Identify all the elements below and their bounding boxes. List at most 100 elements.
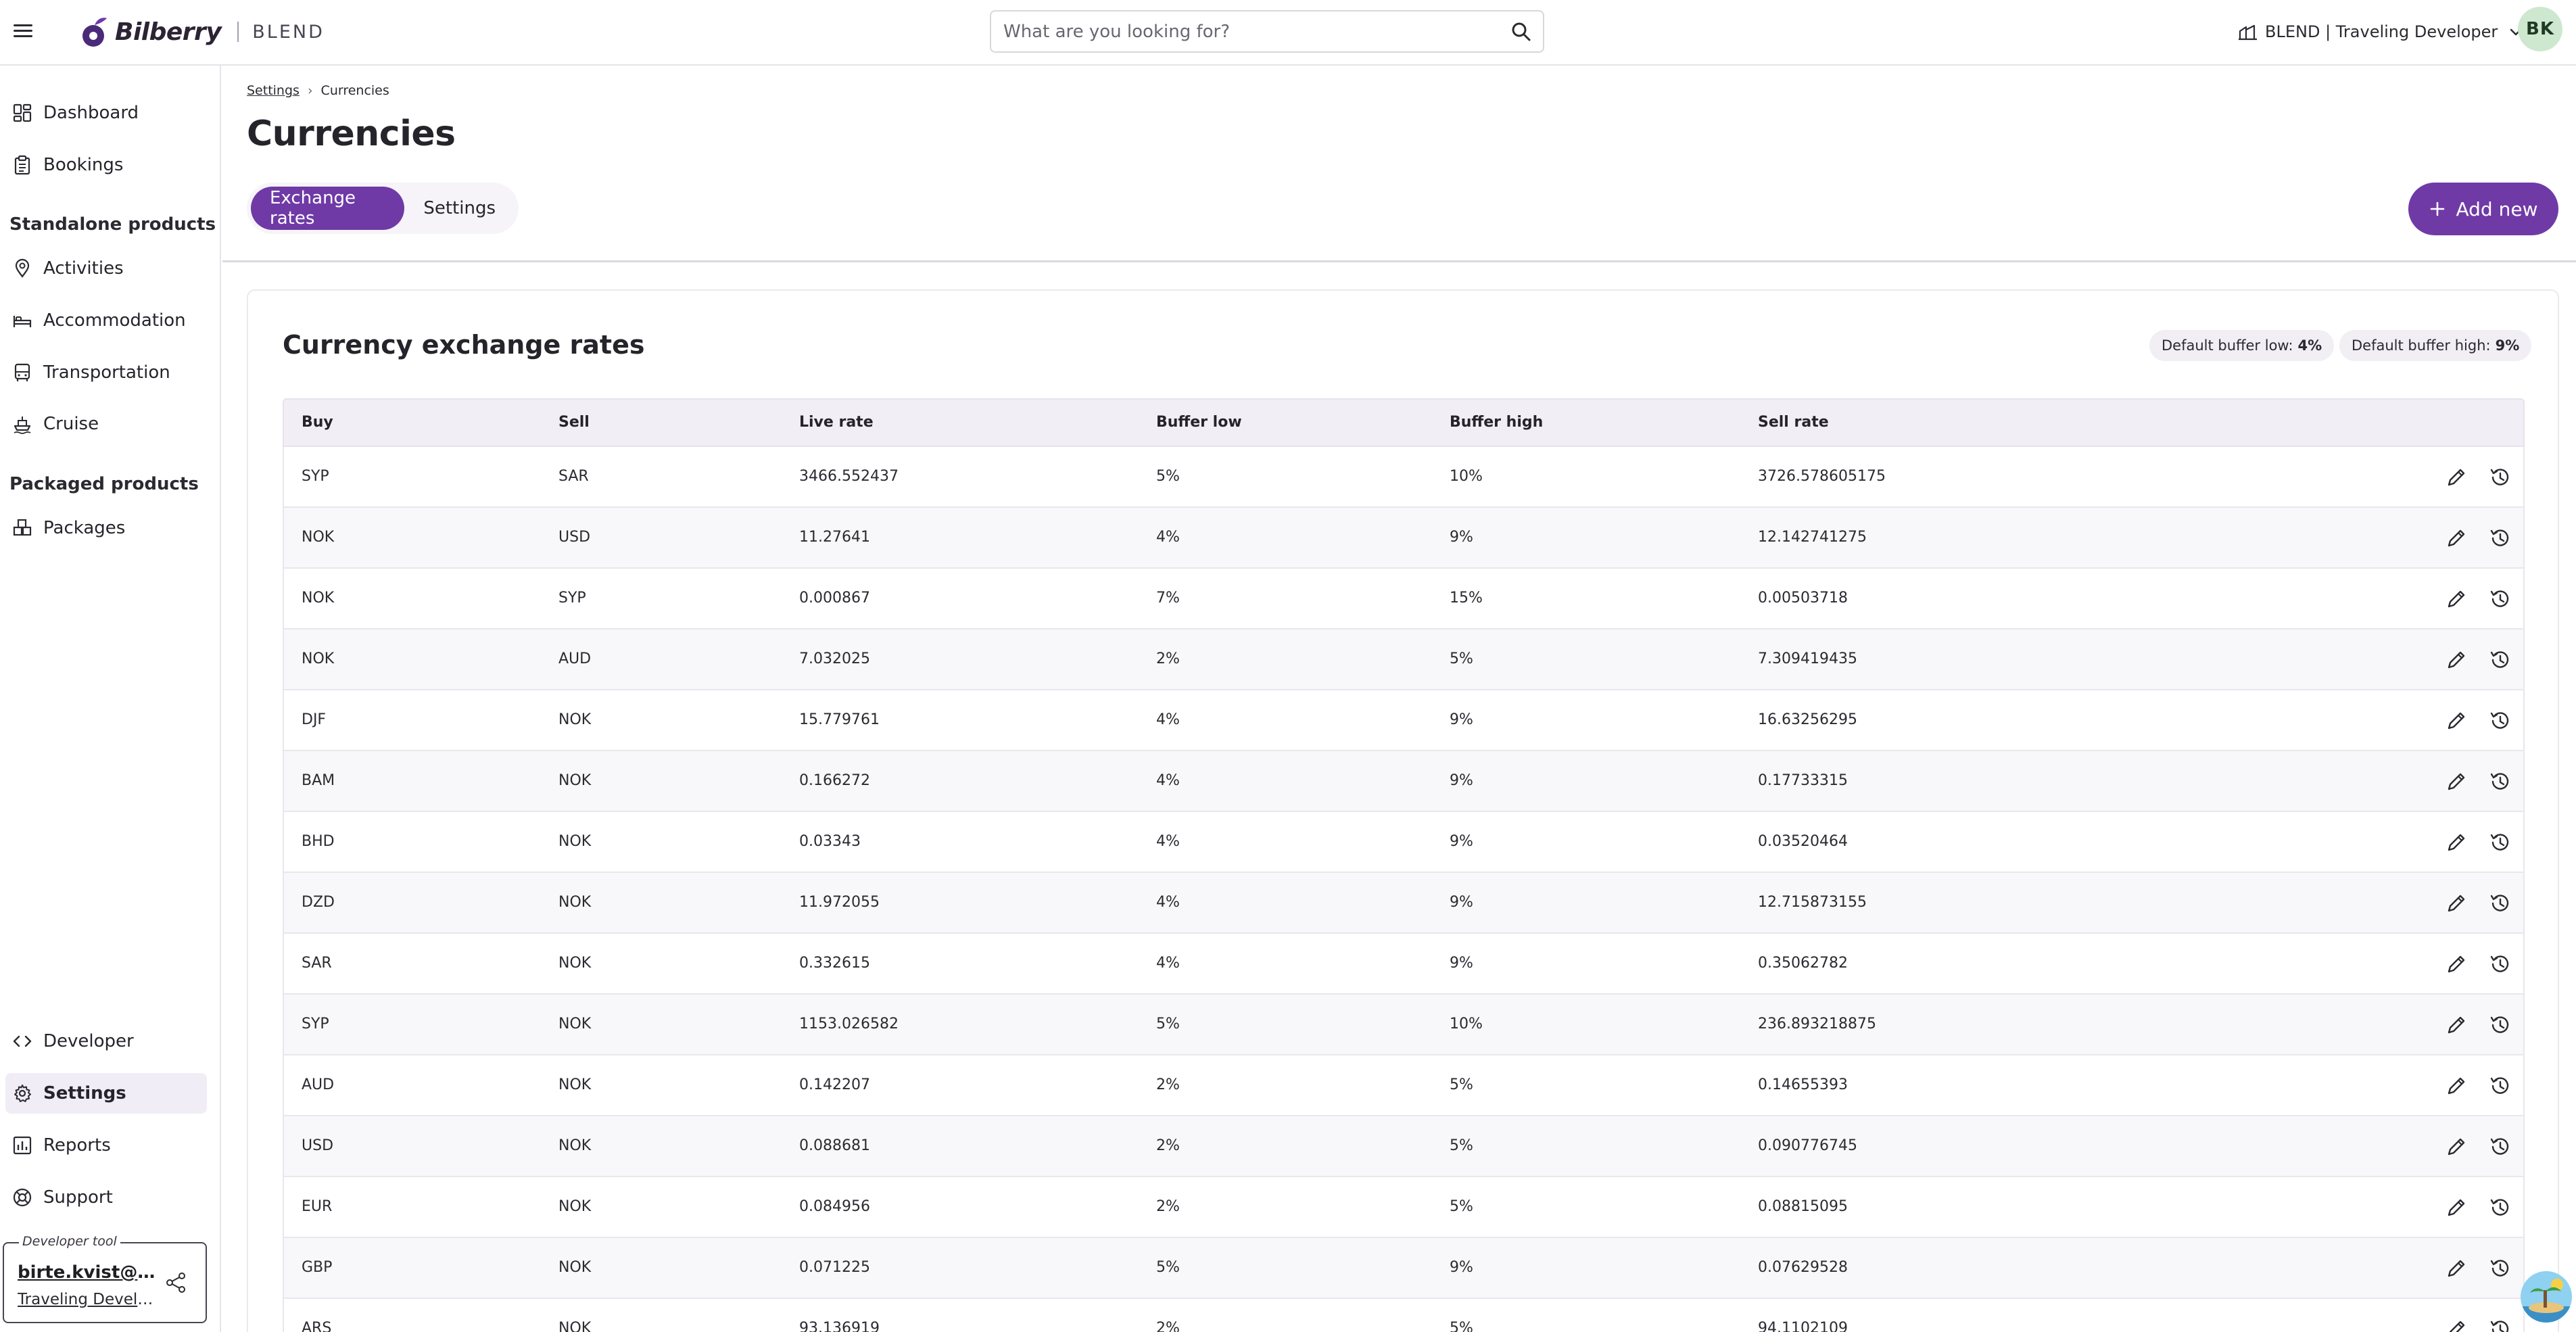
cell-sell-rate: 7.309419435 [1758,650,1857,667]
logo[interactable]: Bilberry BLEND [80,12,325,51]
org-switcher[interactable]: BLEND | Traveling Developer [2238,15,2523,49]
pencil-icon[interactable] [2445,770,2468,793]
org-label: BLEND | Traveling Developer [2265,22,2498,41]
cell-buffer-high: 9% [1450,1259,1473,1276]
history-icon[interactable] [2488,648,2511,671]
developer-email-link[interactable]: birte.kvist@ad... [18,1262,161,1283]
history-icon[interactable] [2488,892,2511,915]
avatar-badge[interactable] [2521,1271,2572,1323]
sidebar-item-label: Transportation [43,362,170,383]
breadcrumb-settings-link[interactable]: Settings [247,83,300,98]
sidebar-item-cruise[interactable]: Cruise [5,404,207,444]
cell-buy: NOK [302,590,335,606]
sidebar-item-activities[interactable]: Activities [5,248,207,289]
history-icon[interactable] [2488,770,2511,793]
pencil-icon[interactable] [2445,1014,2468,1037]
history-icon[interactable] [2488,1135,2511,1158]
avatar[interactable]: BK [2518,7,2562,51]
cell-sell-rate: 16.63256295 [1758,711,1857,728]
pencil-icon[interactable] [2445,892,2468,915]
sidebar-item-dashboard[interactable]: Dashboard [5,93,207,133]
pencil-icon[interactable] [2445,1257,2468,1280]
gear-icon [14,1085,31,1102]
breadcrumb: Settings › Currencies [247,83,389,98]
section-standalone-products: Standalone products [9,214,216,235]
cell-buffer-low: 4% [1156,894,1180,911]
exchange-rates-table: Buy Sell Live rate Buffer low Buffer hig… [283,398,2525,1332]
history-icon[interactable] [2488,953,2511,976]
history-icon[interactable] [2488,1074,2511,1097]
column-header-live-rate: Live rate [799,414,874,431]
share-icon[interactable] [164,1270,188,1295]
cell-buffer-high: 9% [1450,711,1473,728]
sidebar-item-bookings[interactable]: Bookings [5,145,207,185]
sidebar-item-transportation[interactable]: Transportation [5,352,207,393]
cell-buffer-high: 9% [1450,833,1473,850]
cell-buffer-low: 4% [1156,833,1180,850]
pencil-icon[interactable] [2445,1196,2468,1219]
cell-buffer-low: 4% [1156,955,1180,972]
sidebar-item-support[interactable]: Support [5,1177,207,1218]
table-row: GBP NOK 0.071225 5% 9% 0.07629528 [283,1238,2525,1299]
history-icon[interactable] [2488,1196,2511,1219]
history-icon[interactable] [2488,527,2511,550]
cell-buffer-high: 5% [1450,1076,1473,1093]
cell-buffer-low: 2% [1156,1137,1180,1154]
history-icon[interactable] [2488,466,2511,489]
cell-live-rate: 11.27641 [799,529,870,546]
pencil-icon[interactable] [2445,466,2468,489]
pencil-icon[interactable] [2445,709,2468,732]
sidebar-item-label: Accommodation [43,310,186,331]
cell-sell: AUD [558,650,592,667]
cell-sell: NOK [558,1198,592,1215]
developer-tool-panel: Developer tool birte.kvist@ad... Traveli… [3,1234,207,1323]
tab-settings[interactable]: Settings [404,187,515,230]
sidebar-item-accommodation[interactable]: Accommodation [5,300,207,341]
history-icon[interactable] [2488,1318,2511,1332]
sidebar-item-label: Activities [43,258,124,279]
sidebar-item-reports[interactable]: Reports [5,1125,207,1166]
table-row: ARS NOK 93.136919 2% 5% 94.1102109 [283,1299,2525,1332]
pencil-icon[interactable] [2445,1318,2468,1332]
cell-buy: USD [302,1137,334,1154]
pencil-icon[interactable] [2445,648,2468,671]
cell-live-rate: 0.142207 [799,1076,870,1093]
history-icon[interactable] [2488,709,2511,732]
pencil-icon[interactable] [2445,831,2468,854]
cell-live-rate: 7.032025 [799,650,870,667]
sidebar-item-developer[interactable]: Developer [5,1021,207,1062]
cell-live-rate: 0.084956 [799,1198,870,1215]
cell-buy: ARS [302,1320,332,1332]
cell-sell-rate: 0.17733315 [1758,772,1848,789]
search-input[interactable] [991,11,1505,51]
cell-buy: DZD [302,894,335,911]
history-icon[interactable] [2488,1257,2511,1280]
menu-icon[interactable] [12,20,34,42]
sidebar-item-label: Dashboard [43,103,139,123]
cell-buy: SYP [302,468,329,485]
pencil-icon[interactable] [2445,953,2468,976]
developer-org-link[interactable]: Traveling Develo... [18,1291,161,1308]
cell-buffer-low: 5% [1156,1016,1180,1032]
cell-sell: NOK [558,1259,592,1276]
cell-live-rate: 0.03343 [799,833,861,850]
history-icon[interactable] [2488,588,2511,611]
cell-buffer-high: 5% [1450,1320,1473,1332]
sidebar-item-settings[interactable]: Settings [5,1073,207,1114]
sidebar-item-packages[interactable]: Packages [5,508,207,548]
cell-buy: NOK [302,529,335,546]
search-icon[interactable] [1510,21,1532,43]
pencil-icon[interactable] [2445,1135,2468,1158]
sidebar-item-label: Reports [43,1135,111,1156]
cell-live-rate: 1153.026582 [799,1016,899,1032]
pencil-icon[interactable] [2445,527,2468,550]
history-icon[interactable] [2488,1014,2511,1037]
table-row: BHD NOK 0.03343 4% 9% 0.03520464 [283,812,2525,873]
history-icon[interactable] [2488,831,2511,854]
cell-sell: NOK [558,1076,592,1093]
cell-buy: BHD [302,833,335,850]
tab-exchange-rates[interactable]: Exchange rates [251,187,405,230]
pencil-icon[interactable] [2445,588,2468,611]
add-new-button[interactable]: Add new [2408,183,2558,235]
pencil-icon[interactable] [2445,1074,2468,1097]
